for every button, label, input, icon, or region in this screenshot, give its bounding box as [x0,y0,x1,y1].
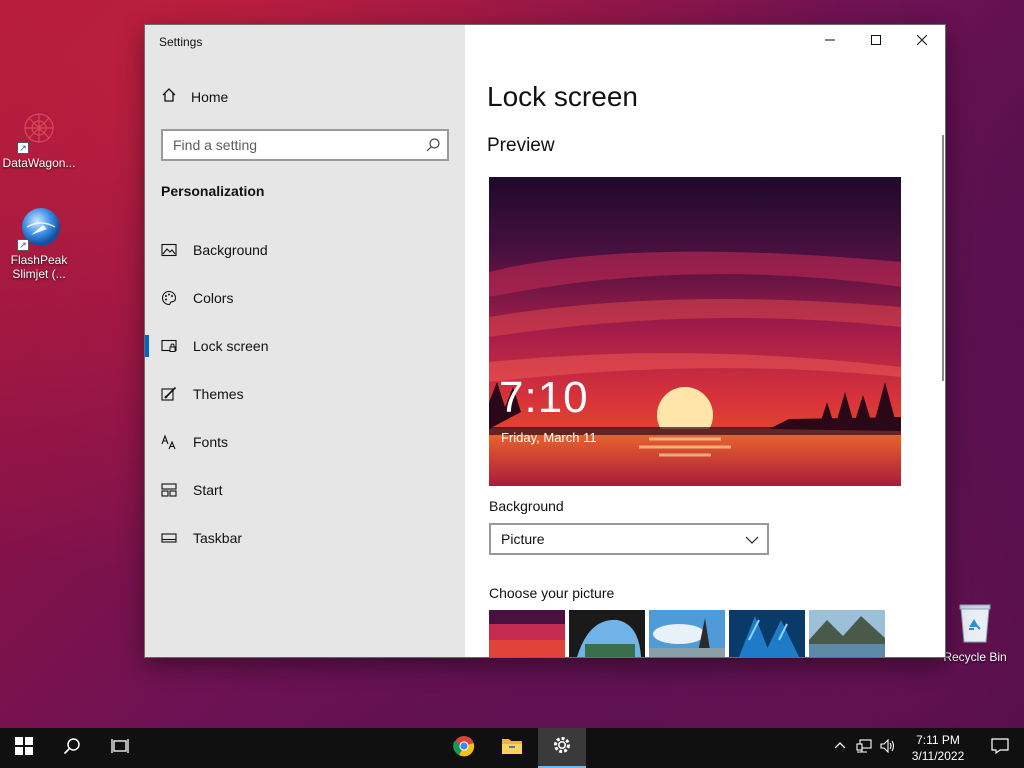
personalization-nav: Background Colors Lock screen Themes Fon… [145,226,465,562]
settings-window: Settings Home Personalization Background [145,25,945,657]
thumbnail-rock-sky[interactable] [649,610,725,657]
show-hidden-icons-button[interactable] [828,728,852,768]
chevron-up-icon [834,739,846,757]
sidebar-item-label: Fonts [193,434,229,450]
background-dropdown[interactable]: Picture [489,523,769,555]
settings-icon [552,735,572,760]
brush-icon [161,386,177,402]
sidebar-item-label: Themes [193,386,244,402]
window-title: Settings [159,35,203,49]
desktop-icon-datawagon[interactable]: ↗ DataWagon... [1,108,77,170]
chrome-icon [453,735,475,762]
lock-screen-preview: 7:10 Friday, March 11 [489,177,901,486]
datawagon-icon: ↗ [17,108,61,154]
section-title: Personalization [161,183,265,199]
sidebar-item-themes[interactable]: Themes [145,370,465,418]
task-view-button[interactable] [96,728,144,768]
picture-thumbnails [489,610,885,657]
home-link[interactable]: Home [161,87,228,106]
thumbnail-cave-beach[interactable] [569,610,645,657]
desktop-icon-label: DataWagon... [2,156,76,170]
preview-date: Friday, March 11 [501,430,597,445]
desktop-icon-label: FlashPeak Slimjet (... [10,253,68,281]
recycle-bin-icon [953,602,997,646]
sidebar-item-label: Start [193,482,223,498]
lock-screen-icon [161,338,177,354]
network-button[interactable] [852,728,876,768]
start-tiles-icon [161,482,177,498]
start-button[interactable] [0,728,48,768]
choose-picture-label: Choose your picture [489,585,615,601]
sidebar-item-label: Background [193,242,268,258]
sidebar-item-colors[interactable]: Colors [145,274,465,322]
sidebar-item-label: Lock screen [193,338,269,354]
content-pane: Lock screen Preview 7:10 Friday, March 1… [465,25,945,657]
system-tray: 7:11 PM 3/11/2022 [828,728,1024,768]
taskbar-clock[interactable]: 7:11 PM 3/11/2022 [900,732,976,764]
search-icon[interactable] [425,137,441,153]
file-explorer-taskbar-button[interactable] [488,728,536,768]
thumbnail-mountain-lake[interactable] [809,610,885,657]
search-input[interactable] [163,131,413,159]
flashpeak-slimjet-icon: ↗ [17,205,61,251]
page-title: Lock screen [487,81,638,112]
volume-button[interactable] [876,728,900,768]
taskbar: 7:11 PM 3/11/2022 [0,728,1024,768]
sidebar: Settings Home Personalization Background [145,25,465,657]
background-label: Background [489,498,564,514]
sidebar-item-taskbar[interactable]: Taskbar [145,514,465,562]
sidebar-item-label: Colors [193,290,234,306]
taskbar-icon [161,530,177,546]
notifications-icon [991,737,1009,759]
chrome-taskbar-button[interactable] [440,728,488,768]
clock-time: 7:11 PM [916,733,960,747]
sidebar-item-label: Taskbar [193,530,243,546]
picture-icon [161,242,177,258]
clock-date: 3/11/2022 [911,749,965,763]
preview-title: Preview [487,135,555,156]
content-scrollbar[interactable] [942,135,944,381]
thumbnail-underwater-ice[interactable] [729,610,805,657]
settings-taskbar-button[interactable] [538,728,586,768]
home-label: Home [191,88,229,105]
sidebar-item-fonts[interactable]: Fonts [145,418,465,466]
preview-time: 7:10 [499,373,589,422]
sidebar-item-start[interactable]: Start [145,466,465,514]
file-explorer-icon [501,736,523,761]
chevron-down-icon [745,533,759,550]
desktop-icon-label: Recycle Bin [943,650,1007,664]
desktop-icon-flashpeak-slimjet[interactable]: ↗ FlashPeak Slimjet (... [1,205,77,281]
thumbnail-sunset-lake[interactable] [489,610,565,657]
palette-icon [161,290,177,306]
search-icon [63,737,81,760]
windows-start-icon [15,736,33,760]
sidebar-item-lock-screen[interactable]: Lock screen [145,322,465,370]
fonts-icon [161,434,177,450]
task-view-icon [111,737,129,760]
home-icon [161,87,177,106]
search-box[interactable] [161,129,449,161]
sidebar-item-background[interactable]: Background [145,226,465,274]
background-dropdown-value: Picture [501,531,545,547]
volume-icon [880,738,896,758]
search-button[interactable] [48,728,96,768]
desktop-icon-recycle-bin[interactable]: Recycle Bin [937,602,1013,664]
network-icon [856,738,872,758]
action-center-button[interactable] [976,728,1024,768]
